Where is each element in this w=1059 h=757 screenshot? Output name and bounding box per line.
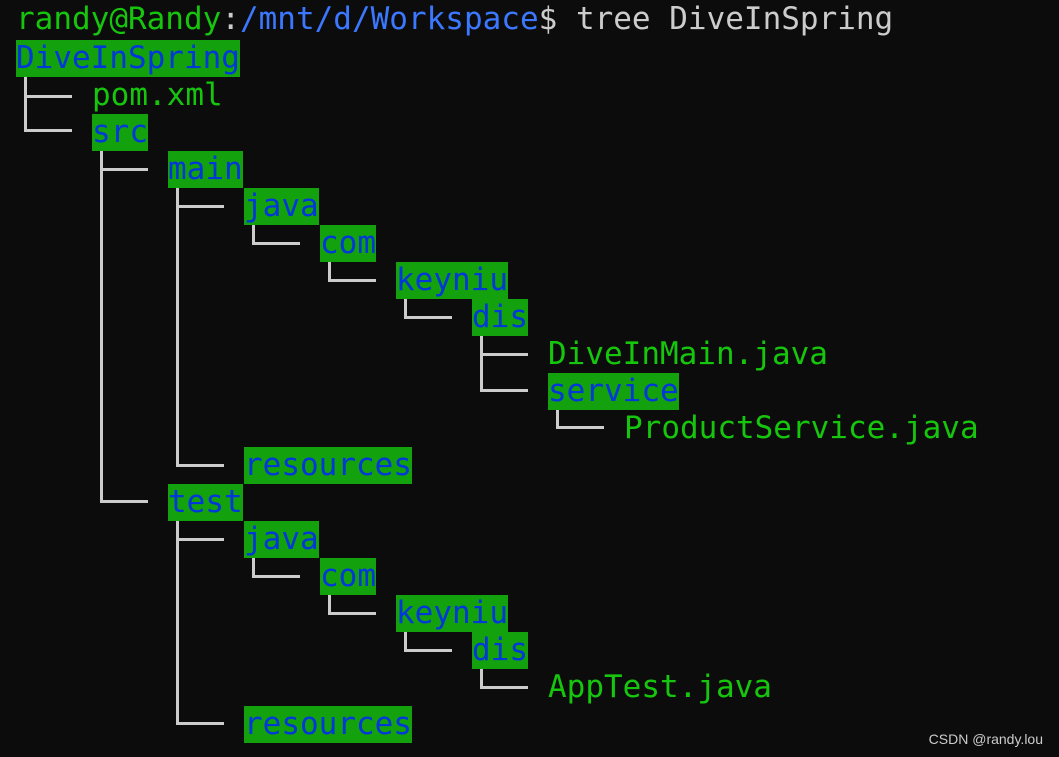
tree-line	[404, 316, 452, 319]
tree-dir-test: test	[168, 484, 243, 521]
tree-line	[404, 649, 452, 652]
terminal-window[interactable]: randy@Randy:/mnt/d/Workspace$ tree DiveI…	[0, 0, 1059, 757]
tree-line	[24, 129, 72, 132]
tree-file-diveinmain: DiveInMain.java	[548, 336, 828, 372]
tree-line	[176, 520, 179, 725]
tree-file-productservice: ProductService.java	[624, 410, 979, 446]
tree-dir-main-keyniu: keyniu	[396, 262, 508, 299]
tree-line	[480, 389, 528, 392]
tree-line	[176, 722, 224, 725]
tree-dir-test-resources: resources	[244, 706, 412, 743]
tree-dir-service: service	[548, 373, 679, 410]
tree-line	[252, 242, 300, 245]
tree-line	[480, 353, 528, 356]
tree-line	[24, 95, 72, 98]
prompt-line: randy@Randy:/mnt/d/Workspace$ tree DiveI…	[16, 1, 893, 38]
tree-line	[176, 538, 224, 541]
tree-line	[176, 464, 224, 467]
prompt-path: /mnt/d/Workspace	[239, 1, 539, 37]
tree-line	[24, 77, 27, 131]
tree-dir-test-keyniu: keyniu	[396, 595, 508, 632]
tree-dir-root: DiveInSpring	[16, 40, 240, 77]
prompt-user-host: randy@Randy	[16, 1, 222, 37]
tree-line	[176, 205, 224, 208]
tree-line	[100, 151, 103, 503]
tree-line	[176, 188, 179, 467]
tree-dir-main: main	[168, 151, 243, 188]
tree-file-apptest: AppTest.java	[548, 669, 772, 705]
tree-line	[480, 336, 483, 392]
tree-line	[100, 500, 148, 503]
tree-dir-main-dis: dis	[472, 299, 528, 336]
tree-dir-main-com: com	[320, 225, 376, 262]
tree-dir-main-resources: resources	[244, 447, 412, 484]
tree-dir-test-java: java	[244, 521, 319, 558]
tree-dir-test-com: com	[320, 558, 376, 595]
tree-file-pom: pom.xml	[92, 77, 223, 113]
tree-dir-main-java: java	[244, 188, 319, 225]
tree-line	[328, 279, 376, 282]
prompt-separator: :	[221, 1, 240, 37]
prompt-symbol: $	[538, 1, 558, 37]
tree-line	[556, 426, 604, 429]
tree-line	[252, 575, 300, 578]
watermark: CSDN @randy.lou	[928, 731, 1043, 747]
tree-line	[480, 686, 528, 689]
tree-line	[328, 612, 376, 615]
tree-dir-test-dis: dis	[472, 632, 528, 669]
prompt-command: tree DiveInSpring	[557, 1, 894, 37]
tree-dir-src: src	[92, 114, 148, 151]
tree-line	[100, 168, 148, 171]
